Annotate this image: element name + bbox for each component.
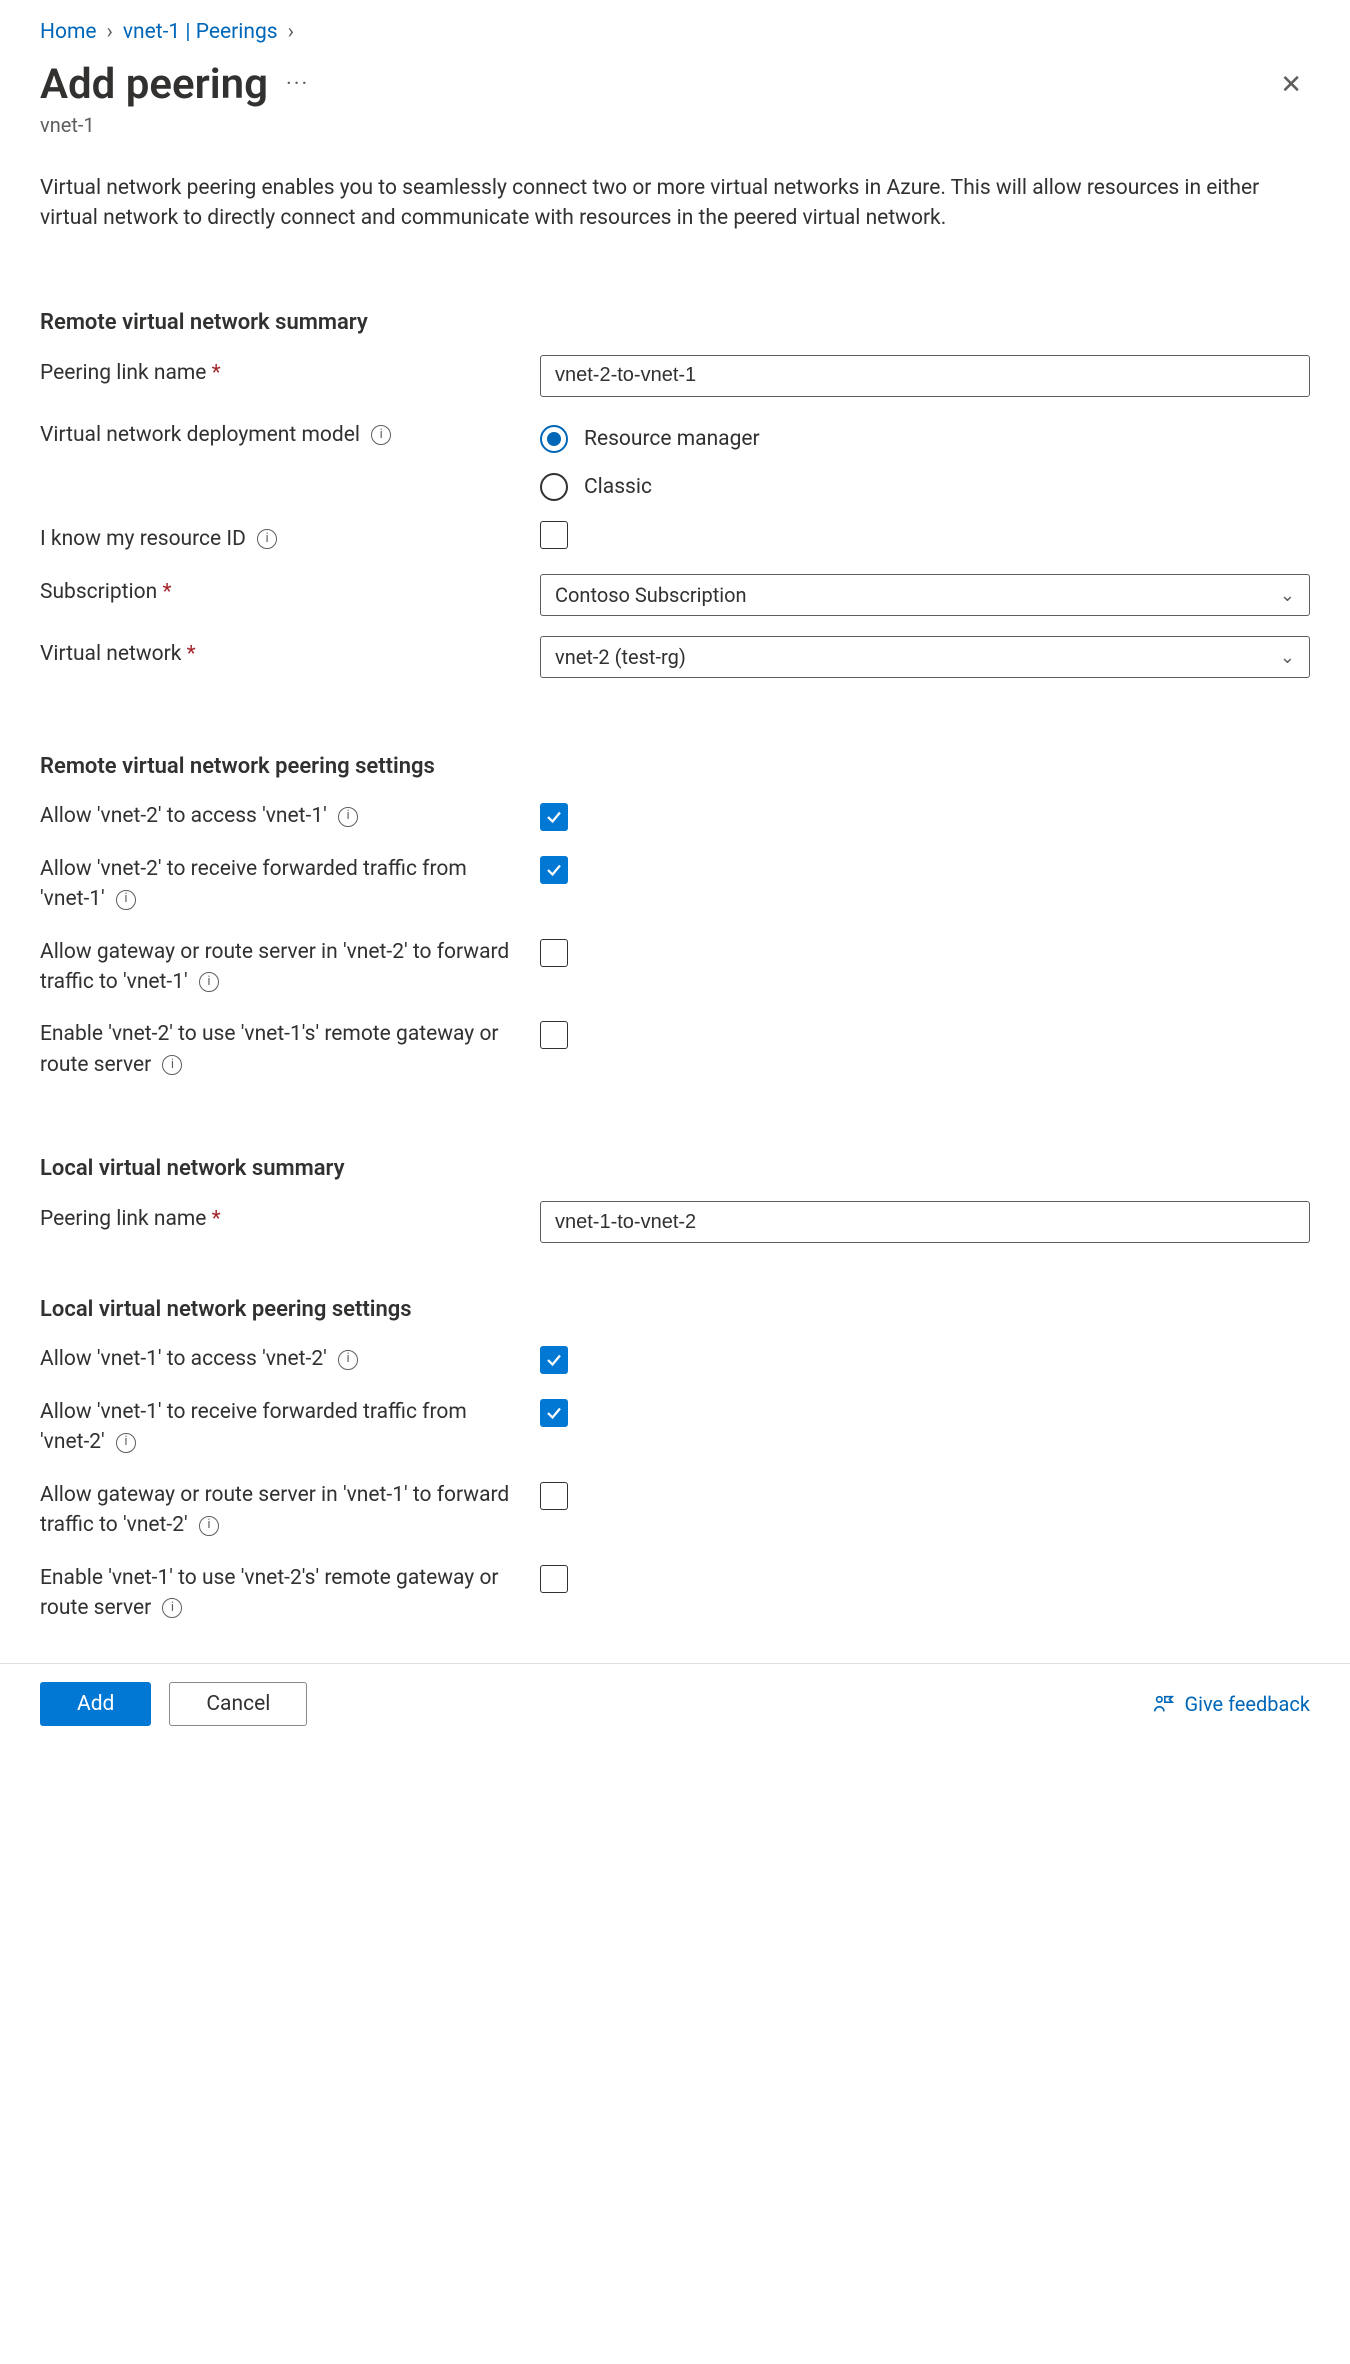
local-allow-forwarded-checkbox[interactable] [540, 1399, 568, 1427]
radio-classic[interactable]: Classic [540, 473, 1310, 501]
give-feedback-link[interactable]: Give feedback [1152, 1692, 1310, 1716]
local-allow-access-checkbox[interactable] [540, 1346, 568, 1374]
section-remote-settings: Remote virtual network peering settings [40, 754, 1310, 779]
subscription-select[interactable]: Contoso Subscription ⌄ [540, 574, 1310, 616]
info-icon[interactable]: i [116, 1433, 136, 1453]
radio-classic-label: Classic [584, 475, 652, 499]
section-local-settings: Local virtual network peering settings [40, 1297, 1310, 1322]
info-icon[interactable]: i [116, 890, 136, 910]
info-icon[interactable]: i [257, 529, 277, 549]
subscription-value: Contoso Subscription [555, 583, 747, 607]
remote-allow-gateway-checkbox[interactable] [540, 939, 568, 967]
info-icon[interactable]: i [338, 1350, 358, 1370]
local-allow-gateway-label: Allow gateway or route server in 'vnet-1… [40, 1480, 540, 1541]
remote-allow-access-label: Allow 'vnet-2' to access 'vnet-1' i [40, 801, 540, 831]
remote-allow-access-checkbox[interactable] [540, 803, 568, 831]
radio-resource-manager-label: Resource manager [584, 427, 760, 451]
remote-use-gateway-label: Enable 'vnet-2' to use 'vnet-1's' remote… [40, 1019, 540, 1080]
remote-peering-link-name-input[interactable] [540, 355, 1310, 397]
info-icon[interactable]: i [199, 1516, 219, 1536]
local-peering-link-name-input[interactable] [540, 1201, 1310, 1243]
local-allow-forwarded-label: Allow 'vnet-1' to receive forwarded traf… [40, 1397, 540, 1458]
subscription-label: Subscription * [40, 574, 540, 607]
close-icon[interactable]: ✕ [1272, 66, 1310, 104]
info-icon[interactable]: i [338, 807, 358, 827]
remote-allow-forwarded-checkbox[interactable] [540, 856, 568, 884]
chevron-down-icon: ⌄ [1280, 647, 1295, 668]
radio-icon [540, 425, 568, 453]
info-icon[interactable]: i [162, 1598, 182, 1618]
chevron-right-icon: › [288, 20, 294, 44]
give-feedback-label: Give feedback [1184, 1692, 1310, 1716]
cancel-button[interactable]: Cancel [169, 1682, 307, 1726]
radio-icon [540, 473, 568, 501]
intro-text: Virtual network peering enables you to s… [40, 173, 1300, 234]
add-button[interactable]: Add [40, 1682, 151, 1726]
remote-allow-gateway-label: Allow gateway or route server in 'vnet-2… [40, 937, 540, 998]
know-resource-id-checkbox[interactable] [540, 521, 568, 549]
section-local-summary: Local virtual network summary [40, 1156, 1310, 1181]
remote-allow-forwarded-label: Allow 'vnet-2' to receive forwarded traf… [40, 854, 540, 915]
local-use-gateway-checkbox[interactable] [540, 1565, 568, 1593]
info-icon[interactable]: i [162, 1055, 182, 1075]
section-remote-summary: Remote virtual network summary [40, 310, 1310, 335]
local-use-gateway-label: Enable 'vnet-1' to use 'vnet-2's' remote… [40, 1563, 540, 1624]
local-peering-link-name-label: Peering link name * [40, 1201, 540, 1234]
remote-peering-link-name-label: Peering link name * [40, 355, 540, 388]
chevron-down-icon: ⌄ [1280, 585, 1295, 606]
breadcrumb: Home › vnet-1 | Peerings › [40, 20, 1310, 44]
info-icon[interactable]: i [371, 425, 391, 445]
breadcrumb-vnet-peerings[interactable]: vnet-1 | Peerings [123, 20, 278, 44]
page-subtitle: vnet-1 [40, 113, 1310, 137]
info-icon[interactable]: i [199, 972, 219, 992]
local-allow-gateway-checkbox[interactable] [540, 1482, 568, 1510]
virtual-network-value: vnet-2 (test-rg) [555, 645, 686, 669]
local-allow-access-label: Allow 'vnet-1' to access 'vnet-2' i [40, 1344, 540, 1374]
more-actions-icon[interactable]: ··· [286, 72, 309, 97]
breadcrumb-home[interactable]: Home [40, 20, 97, 44]
chevron-right-icon: › [107, 20, 113, 44]
virtual-network-label: Virtual network * [40, 636, 540, 669]
feedback-icon [1152, 1693, 1174, 1715]
page-title: Add peering [40, 60, 268, 109]
know-resource-id-label: I know my resource ID i [40, 521, 540, 554]
remote-use-gateway-checkbox[interactable] [540, 1021, 568, 1049]
deployment-model-label: Virtual network deployment model i [40, 417, 540, 450]
virtual-network-select[interactable]: vnet-2 (test-rg) ⌄ [540, 636, 1310, 678]
radio-resource-manager[interactable]: Resource manager [540, 425, 1310, 453]
